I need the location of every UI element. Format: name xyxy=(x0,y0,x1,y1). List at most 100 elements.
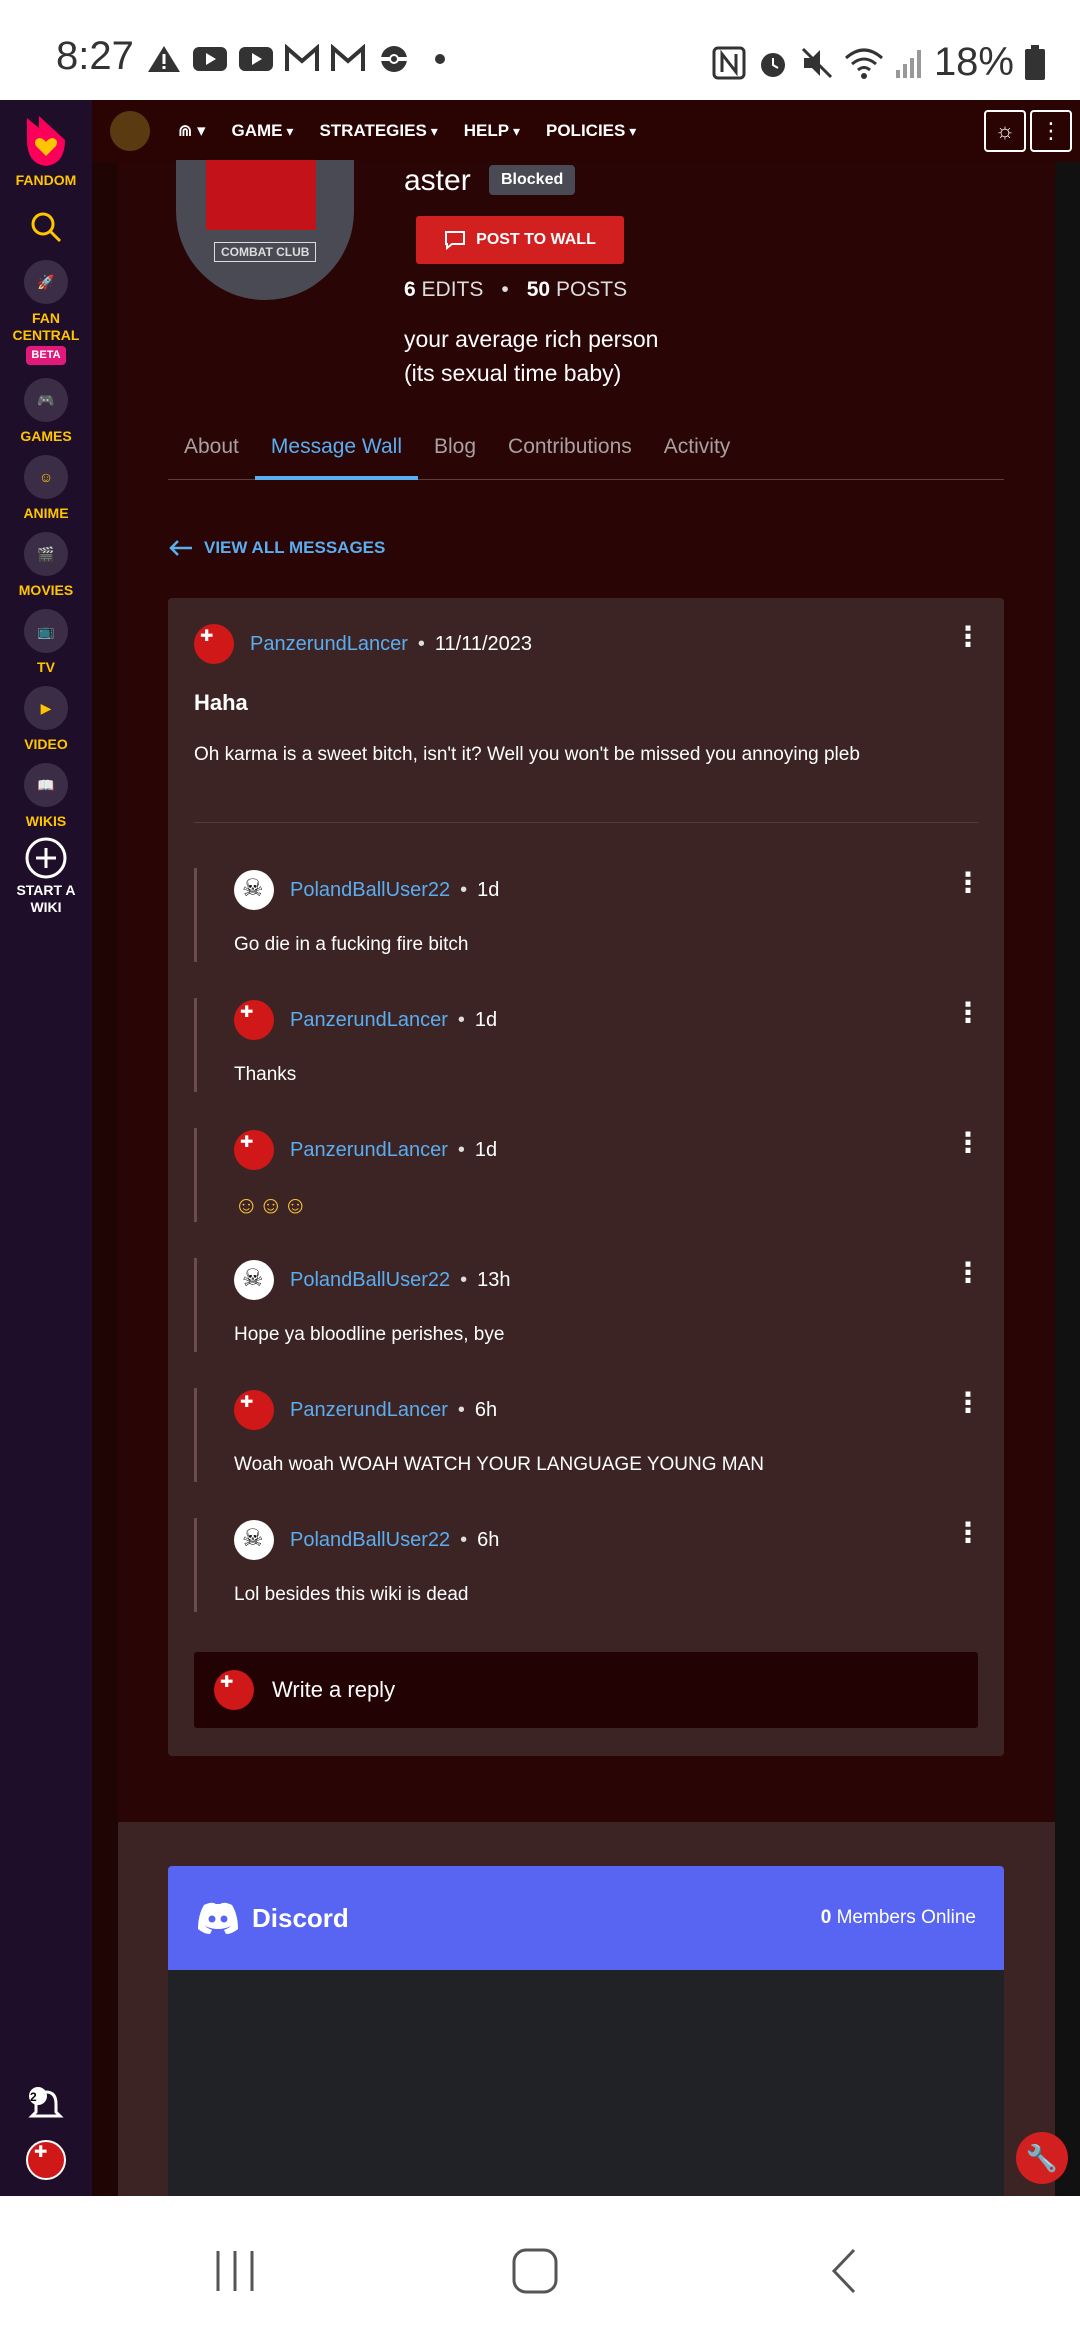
members-label: Members Online xyxy=(836,1907,976,1928)
sidebar-item-fandom[interactable]: FANDOM xyxy=(0,110,92,189)
reply-options-kebab-icon[interactable]: ⋮ xyxy=(954,1126,982,1159)
tab-activity[interactable]: Activity xyxy=(648,430,747,480)
warning-icon xyxy=(148,46,180,72)
reply-options-kebab-icon[interactable]: ⋮ xyxy=(954,1386,982,1419)
explore-icon[interactable]: ⋒ ▾ xyxy=(178,121,206,141)
fandom-sidebar: FANDOM 🚀 FAN CENTRAL BETA 🎮 GAMES ☺ ANIM… xyxy=(0,100,92,2196)
avatar[interactable] xyxy=(234,1260,274,1300)
discord-widget-header[interactable]: Discord 0 Members Online xyxy=(168,1866,1004,1970)
thread-author[interactable]: PanzerundLancer xyxy=(250,633,408,656)
tv-icon: 📺 xyxy=(24,609,68,653)
back-icon[interactable] xyxy=(820,2246,870,2296)
notification-icons xyxy=(146,44,458,74)
reply-header: PanzerundLancer • 1d xyxy=(234,1000,497,1040)
tab-blog[interactable]: Blog xyxy=(418,430,492,480)
thread-body: Oh karma is a sweet bitch, isn't it? Wel… xyxy=(194,744,860,765)
tab-message-wall[interactable]: Message Wall xyxy=(254,430,418,480)
edits-stat[interactable]: 6 EDITS xyxy=(404,278,483,302)
sidebar-item-fan-central[interactable]: 🚀 FAN CENTRAL BETA xyxy=(0,260,92,365)
reply-time: 1d xyxy=(477,878,500,901)
sidebar-item-anime[interactable]: ☺ ANIME xyxy=(0,455,92,522)
avatar[interactable] xyxy=(194,624,234,664)
reply-author[interactable]: PolandBallUser22 xyxy=(290,1269,450,1292)
reply-header: PolandBallUser22 • 6h xyxy=(234,1520,499,1560)
reply-thread-line xyxy=(194,1258,197,1352)
reply-author[interactable]: PanzerundLancer xyxy=(290,1009,448,1032)
user-avatar-button[interactable] xyxy=(0,2140,92,2180)
separator-dot: • xyxy=(460,1268,468,1291)
reply-header: PanzerundLancer • 1d xyxy=(234,1130,497,1170)
separator-dot: • xyxy=(460,1528,468,1551)
edits-label: EDITS xyxy=(421,278,484,301)
battery-percent: 18% xyxy=(933,40,1014,84)
thread-options-kebab-icon[interactable]: ⋮ xyxy=(954,620,982,653)
nav-item-game[interactable]: GAME xyxy=(232,121,294,141)
avatar[interactable] xyxy=(234,1130,274,1170)
write-reply-input[interactable]: Write a reply xyxy=(194,1652,978,1728)
reply-header: PanzerundLancer • 6h xyxy=(234,1390,497,1430)
stat-separator: • xyxy=(501,278,509,301)
reply-time: 1d xyxy=(474,1138,498,1161)
sidebar-item-label: MOVIES xyxy=(18,582,74,598)
notifications-button[interactable]: 2 xyxy=(0,2086,92,2130)
sidebar-item-label: WIKIS xyxy=(25,813,67,829)
reply-author[interactable]: PanzerundLancer xyxy=(290,1139,448,1162)
reply-text: ☺☺☺ xyxy=(234,1192,308,1219)
posts-stat[interactable]: 50 POSTS xyxy=(527,278,627,302)
fandom-logo-icon xyxy=(27,116,65,166)
sidebar-item-movies[interactable]: 🎬 MOVIES xyxy=(0,532,92,599)
avatar-text: COMBAT CLUB xyxy=(214,242,317,262)
sidebar-item-label: GAMES xyxy=(20,428,72,444)
recent-apps-icon[interactable] xyxy=(210,2246,260,2296)
reply-options-kebab-icon[interactable]: ⋮ xyxy=(954,866,982,899)
arrow-left-icon xyxy=(169,540,192,556)
sidebar-item-games[interactable]: 🎮 GAMES xyxy=(0,378,92,445)
nfc-icon xyxy=(712,46,746,79)
avatar[interactable] xyxy=(234,1390,274,1430)
play-icon: ▶ xyxy=(24,686,68,730)
avatar[interactable] xyxy=(234,1000,274,1040)
reply-options-kebab-icon[interactable]: ⋮ xyxy=(954,1516,982,1549)
sidebar-item-video[interactable]: ▶ VIDEO xyxy=(0,686,92,753)
view-all-messages-link[interactable]: VIEW ALL MESSAGES xyxy=(168,538,385,558)
separator-dot: • xyxy=(460,878,468,901)
wiki-tools-button[interactable]: 🔧 xyxy=(1016,2132,1068,2184)
reply-author[interactable]: PolandBallUser22 xyxy=(290,1529,450,1552)
avatar[interactable] xyxy=(234,1520,274,1560)
sidebar-item-tv[interactable]: 📺 TV xyxy=(0,609,92,676)
sidebar-item-label: TV xyxy=(37,659,55,675)
dot-icon xyxy=(435,54,445,64)
thread-title: Haha xyxy=(194,690,248,715)
wiki-logo[interactable] xyxy=(110,111,150,151)
youtube-icon xyxy=(239,47,273,71)
sidebar-item-label: FAN CENTRAL xyxy=(12,310,80,343)
gmail-icon xyxy=(331,44,365,71)
reply-options-kebab-icon[interactable]: ⋮ xyxy=(954,1256,982,1289)
tab-about[interactable]: About xyxy=(168,430,255,480)
avatar[interactable] xyxy=(234,870,274,910)
reply-author[interactable]: PolandBallUser22 xyxy=(290,879,450,902)
sidebar-item-wikis[interactable]: 📖 WIKIS xyxy=(0,763,92,830)
reply-author[interactable]: PanzerundLancer xyxy=(290,1399,448,1422)
nav-item-policies[interactable]: POLICIES xyxy=(546,121,636,141)
tab-contributions[interactable]: Contributions xyxy=(492,430,648,480)
nav-item-strategies[interactable]: STRATEGIES xyxy=(319,121,437,141)
nav-item-help[interactable]: HELP xyxy=(464,121,520,141)
message-thread-card: PanzerundLancer • 11/11/2023 ⋮ Haha Oh k… xyxy=(168,598,1004,1756)
search-icon xyxy=(31,212,62,243)
theme-toggle-button[interactable]: ☼ xyxy=(984,110,1026,152)
kebab-icon: ⋮ xyxy=(1040,118,1062,143)
post-to-wall-button[interactable]: POST TO WALL xyxy=(416,216,624,264)
youtube-icon xyxy=(193,47,227,71)
home-icon[interactable] xyxy=(510,2246,560,2296)
reply-options-kebab-icon[interactable]: ⋮ xyxy=(954,996,982,1029)
reply-thread-line xyxy=(194,1518,197,1612)
more-menu-button[interactable]: ⋮ xyxy=(1030,110,1072,152)
sidebar-item-start-wiki[interactable]: START A WIKI xyxy=(0,836,92,916)
reply-header: PolandBallUser22 • 1d xyxy=(234,870,499,910)
sun-icon: ☼ xyxy=(994,118,1016,143)
separator-dot: • xyxy=(457,1138,465,1161)
search-button[interactable] xyxy=(0,210,92,248)
write-reply-placeholder: Write a reply xyxy=(272,1677,396,1702)
signal-icon xyxy=(895,49,921,78)
